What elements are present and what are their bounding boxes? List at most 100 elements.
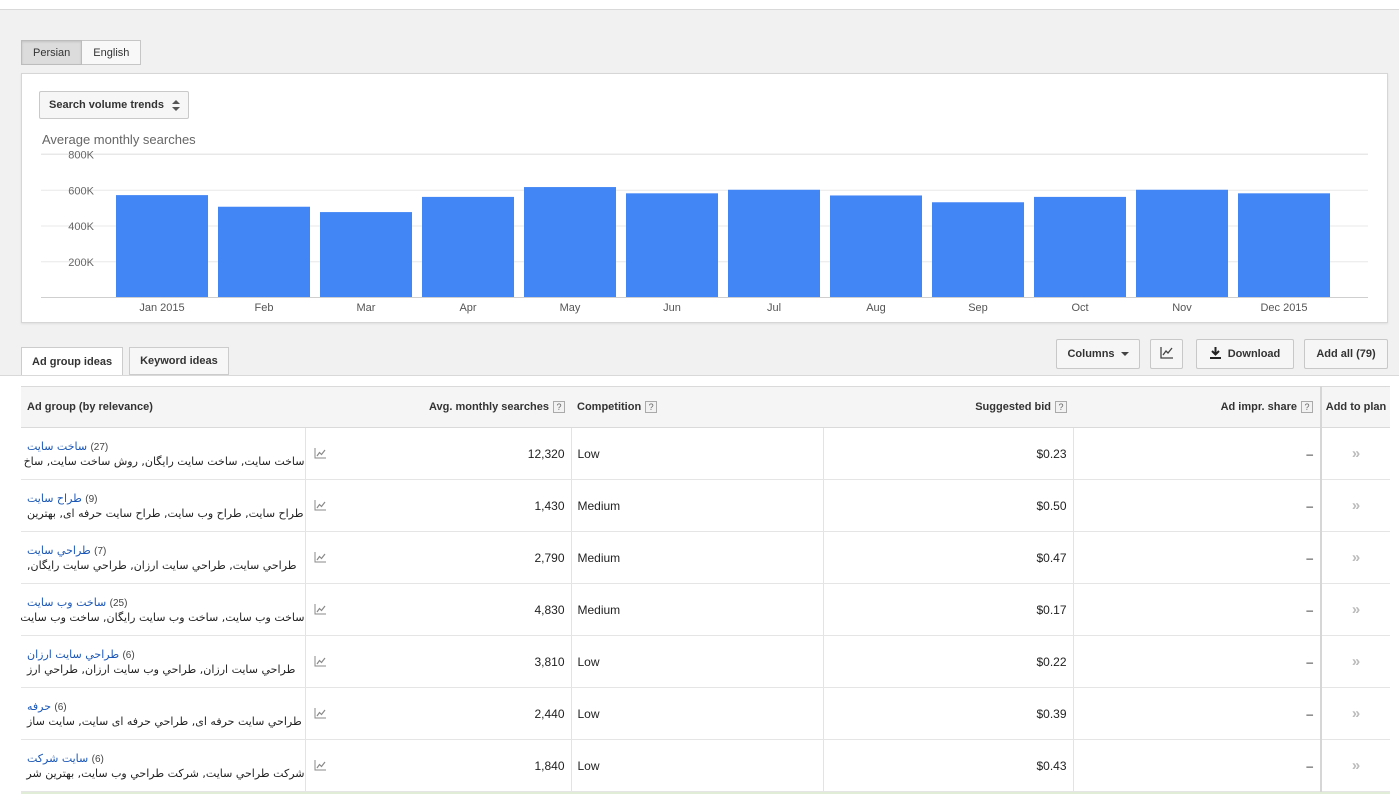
help-icon[interactable]: ? — [1301, 401, 1313, 414]
ad-impr-share: – — [1072, 531, 1321, 584]
header-avg-monthly-searches[interactable]: Avg. monthly searches? — [336, 386, 571, 428]
suggested-bid: $0.50 — [822, 479, 1073, 532]
tab-keyword-ideas[interactable]: Keyword ideas — [129, 347, 229, 375]
bar — [116, 195, 208, 297]
add-all-button[interactable]: Add all (79) — [1304, 339, 1388, 369]
ad-group-cell: طراح سایت (9) طراح سایت, طراح وب سایت, طر… — [21, 479, 305, 532]
ad-group-keywords: ساخت وب سایت, ساخت وب سایت رایگان, ساخت … — [21, 611, 305, 624]
language-toggle: Persian English — [21, 40, 142, 65]
avg-monthly-searches: 12,320 — [336, 427, 571, 480]
idea-tabs: Ad group ideas Keyword ideas — [21, 347, 235, 376]
ad-impr-share: – — [1072, 635, 1321, 688]
header-ad-group[interactable]: Ad group (by relevance) — [21, 386, 305, 428]
help-icon[interactable]: ? — [1055, 401, 1067, 414]
bar — [626, 193, 718, 297]
ad-impr-share: – — [1072, 739, 1321, 792]
double-chevron-right-icon: » — [1351, 497, 1361, 514]
help-icon[interactable]: ? — [645, 401, 658, 414]
table-row: طراح سایت (9) طراح سایت, طراح وب سایت, طر… — [21, 479, 1390, 532]
ad-group-link[interactable]: طراح سایت — [27, 492, 82, 505]
competition-level: Low — [570, 635, 823, 688]
keyword-count: (7) — [94, 546, 107, 557]
help-icon[interactable]: ? — [553, 401, 565, 414]
x-tick-label: Mar — [357, 302, 376, 314]
trend-chart-icon[interactable] — [304, 531, 336, 584]
trend-chart-icon[interactable] — [304, 739, 336, 792]
ad-group-link[interactable]: ساخت وب سایت — [27, 596, 106, 609]
competition-level: Medium — [570, 583, 823, 636]
add-to-plan-button[interactable]: » — [1320, 687, 1390, 740]
select-arrows-icon — [171, 100, 180, 112]
avg-monthly-searches: 4,830 — [336, 583, 571, 636]
download-icon — [1209, 346, 1221, 362]
chevron-down-icon — [1120, 352, 1129, 356]
table-row: طراحي سایت (7) طراحي سایت, طراحي سایت ارز… — [21, 531, 1390, 584]
ad-group-link[interactable]: حرفه — [27, 700, 51, 713]
y-tick-label: 800K — [68, 150, 94, 162]
keyword-count: (6) — [54, 702, 67, 713]
add-to-plan-button[interactable]: » — [1320, 635, 1390, 688]
ad-group-link[interactable]: سایت شرکت — [27, 752, 88, 765]
keyword-count: (6) — [122, 650, 135, 661]
competition-level: Low — [570, 427, 823, 480]
x-tick-label: Jul — [767, 302, 781, 314]
y-tick-label: 600K — [68, 185, 94, 197]
add-to-plan-button[interactable]: » — [1320, 479, 1390, 532]
bar — [218, 206, 310, 297]
line-chart-icon — [1159, 346, 1174, 362]
trend-chart-icon[interactable] — [304, 479, 336, 532]
double-chevron-right-icon: » — [1351, 653, 1361, 670]
bar — [1238, 193, 1330, 297]
trend-chart-icon[interactable] — [304, 687, 336, 740]
y-tick-label: 200K — [68, 257, 94, 269]
avg-monthly-searches: 1,840 — [336, 739, 571, 792]
add-to-plan-button[interactable]: » — [1320, 739, 1390, 792]
suggested-bid: $0.39 — [822, 687, 1073, 740]
x-tick-label: Jun — [663, 302, 681, 314]
ad-group-keywords: طراح سایت, طراح وب سایت, طراح سایت حرفه … — [27, 507, 304, 520]
trend-chart-icon[interactable] — [304, 635, 336, 688]
language-english-button[interactable]: English — [82, 40, 142, 65]
double-chevron-right-icon: » — [1351, 705, 1361, 722]
header-competition[interactable]: Competition? — [571, 386, 823, 428]
ad-impr-share: – — [1072, 427, 1321, 480]
x-tick-label: Sep — [968, 302, 988, 314]
ad-group-keywords: طراحي سایت حرفه ای, طراحي حرفه ای سایت, … — [27, 715, 302, 728]
trend-chart-icon[interactable] — [304, 583, 336, 636]
download-button[interactable]: Download — [1196, 339, 1294, 369]
x-tick-label: Apr — [459, 302, 476, 314]
table-row: ساخت سایت (27) ساخت سایت, ساخت سایت رایگا… — [21, 427, 1390, 480]
tab-ad-group-ideas[interactable]: Ad group ideas — [21, 347, 124, 376]
ad-group-link[interactable]: طراحي سایت ارزان — [27, 648, 119, 661]
keyword-count: (9) — [85, 494, 98, 505]
trend-chart-icon[interactable] — [304, 427, 336, 480]
ad-group-cell: طراحي سایت (7) طراحي سایت, طراحي سایت ارز… — [21, 531, 305, 584]
download-label: Download — [1227, 348, 1281, 360]
ad-group-link[interactable]: ساخت سایت — [27, 440, 87, 453]
chart-toggle-button[interactable] — [1150, 339, 1183, 369]
x-tick-label: Dec 2015 — [1260, 302, 1307, 314]
language-persian-button[interactable]: Persian — [21, 40, 83, 65]
bar — [422, 196, 514, 297]
header-ad-impr-share[interactable]: Ad impr. share? — [1073, 386, 1321, 428]
trend-type-select[interactable]: Search volume trends — [39, 91, 189, 119]
ad-impr-share: – — [1072, 687, 1321, 740]
ad-group-link[interactable]: طراحي سایت — [27, 544, 91, 557]
competition-level: Medium — [570, 531, 823, 584]
double-chevron-right-icon: » — [1351, 549, 1361, 566]
ad-impr-share: – — [1072, 583, 1321, 636]
top-rule — [0, 0, 1399, 10]
columns-button[interactable]: Columns — [1056, 339, 1140, 369]
header-suggested-bid[interactable]: Suggested bid? — [823, 386, 1073, 428]
add-to-plan-button[interactable]: » — [1320, 427, 1390, 480]
ideas-table-area: Ad group (by relevance) Avg. monthly sea… — [0, 375, 1399, 801]
add-to-plan-button[interactable]: » — [1320, 531, 1390, 584]
keyword-count: (25) — [109, 598, 128, 609]
suggested-bid: $0.17 — [822, 583, 1073, 636]
header-trend-spacer — [305, 386, 336, 428]
avg-monthly-searches: 3,810 — [336, 635, 571, 688]
columns-label: Columns — [1067, 348, 1115, 360]
keyword-count: (27) — [90, 442, 109, 453]
add-to-plan-button[interactable]: » — [1320, 583, 1390, 636]
search-volume-chart-panel: 200K 400K 600K 800K Jan 2015 Feb Mar Apr May Jun J… — [21, 73, 1388, 323]
